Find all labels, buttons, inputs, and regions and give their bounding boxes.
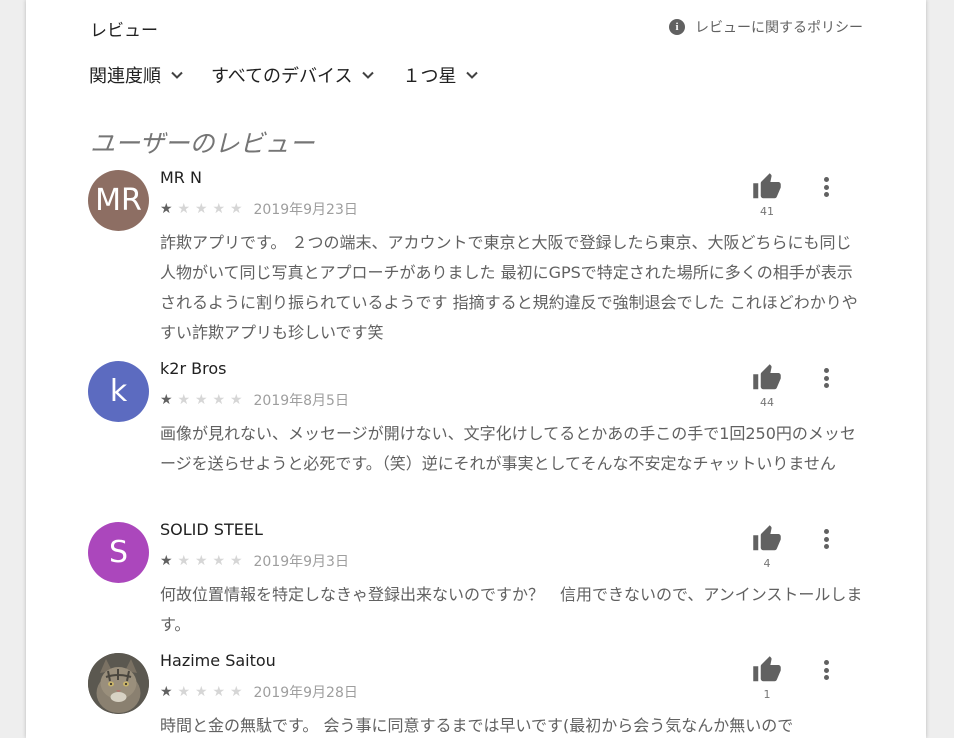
device-dropdown-label: すべてのデバイス — [211, 66, 353, 87]
star-filled-icon: ★ — [160, 392, 173, 408]
review-text: 何故位置情報を特定しなきゃ登録出来ないのですか？ 信用できないので、アンインスト… — [160, 585, 863, 634]
helpful-count: 41 — [760, 205, 774, 218]
info-icon: i — [669, 19, 685, 35]
star-empty-icon: ★ — [212, 392, 226, 408]
cat-photo-icon — [88, 653, 149, 714]
review-text: 時間と金の無駄です。 会う事に同意するまでは早いです(最初から会う気なんか無いの… — [160, 716, 794, 735]
review-date: 2019年9月23日 — [253, 202, 358, 218]
review-date: 2019年9月28日 — [253, 685, 358, 701]
reviewer-name: k2r Bros — [160, 359, 227, 378]
review-meta: ★ ★ ★ ★ ★ 2019年9月3日 — [160, 551, 349, 571]
thumbs-up-icon[interactable] — [752, 172, 782, 202]
reviewer-name: Hazime Saitou — [160, 651, 276, 670]
star-empty-icon: ★ — [195, 684, 208, 700]
star-empty-icon: ★ — [195, 392, 208, 408]
review-filters: 関連度順 すべてのデバイス １つ星 — [89, 62, 506, 88]
star-empty-icon: ★ — [212, 684, 226, 700]
review-policy-link[interactable]: i レビューに関するポリシー — [669, 17, 863, 37]
review-date: 2019年9月3日 — [253, 554, 349, 570]
avatar: k — [88, 361, 149, 422]
review-meta: ★ ★ ★ ★ ★ 2019年9月23日 — [160, 199, 358, 219]
more-options-icon[interactable] — [816, 174, 836, 200]
helpful-count: 44 — [760, 396, 774, 409]
star-filled-icon: ★ — [160, 201, 173, 217]
star-rating: ★ ★ ★ ★ ★ — [160, 202, 248, 216]
sort-dropdown-label: 関連度順 — [89, 66, 161, 87]
device-dropdown[interactable]: すべてのデバイス — [211, 62, 376, 88]
star-empty-icon: ★ — [177, 553, 191, 569]
star-empty-icon: ★ — [212, 201, 226, 217]
avatar: S — [88, 522, 149, 583]
chevron-down-icon — [362, 71, 375, 79]
star-empty-icon: ★ — [230, 201, 243, 217]
star-empty-icon: ★ — [212, 553, 226, 569]
star-empty-icon: ★ — [230, 392, 243, 408]
user-reviews-heading: ユーザーのレビュー — [90, 129, 315, 158]
reviews-panel: レビュー i レビューに関するポリシー 関連度順 すべてのデバイス １つ星 ユー… — [26, 0, 926, 738]
star-filled-icon: ★ — [160, 553, 173, 569]
chevron-down-icon — [466, 71, 479, 79]
more-options-icon[interactable] — [816, 526, 836, 552]
more-options-icon[interactable] — [816, 657, 836, 683]
star-empty-icon: ★ — [230, 553, 243, 569]
reviewer-name: MR N — [160, 168, 202, 187]
section-title: レビュー — [90, 21, 158, 41]
star-empty-icon: ★ — [177, 392, 191, 408]
star-filled-icon: ★ — [160, 684, 173, 700]
reviewer-name: SOLID STEEL — [160, 520, 263, 539]
star-rating: ★ ★ ★ ★ ★ — [160, 393, 248, 407]
review-meta: ★ ★ ★ ★ ★ 2019年9月28日 — [160, 682, 358, 702]
avatar — [88, 653, 149, 714]
star-rating: ★ ★ ★ ★ ★ — [160, 554, 248, 568]
star-empty-icon: ★ — [177, 201, 191, 217]
review-policy-label: レビューに関するポリシー — [695, 20, 863, 36]
star-empty-icon: ★ — [195, 553, 208, 569]
thumbs-up-icon[interactable] — [752, 524, 782, 554]
rating-dropdown[interactable]: １つ星 — [402, 62, 480, 88]
star-empty-icon: ★ — [195, 201, 208, 217]
more-options-icon[interactable] — [816, 365, 836, 391]
rating-dropdown-label: １つ星 — [402, 66, 457, 87]
chevron-down-icon — [171, 71, 183, 79]
review-date: 2019年8月5日 — [253, 393, 349, 409]
review-text: 画像が見れない、メッセージが開けない、文字化けしてるとかあの手この手で1回250… — [160, 424, 856, 473]
thumbs-up-icon[interactable] — [752, 655, 782, 685]
thumbs-up-icon[interactable] — [752, 363, 782, 393]
helpful-count: 1 — [763, 688, 771, 701]
sort-dropdown[interactable]: 関連度順 — [89, 62, 185, 88]
star-rating: ★ ★ ★ ★ ★ — [160, 685, 248, 699]
star-empty-icon: ★ — [230, 684, 243, 700]
review-meta: ★ ★ ★ ★ ★ 2019年8月5日 — [160, 390, 349, 410]
star-empty-icon: ★ — [177, 684, 191, 700]
avatar: MR — [88, 170, 149, 231]
review-text: 詐欺アプリです。 ２つの端末、アカウントで東京と大阪で登録したら東京、大阪どちら… — [160, 233, 858, 342]
helpful-count: 4 — [763, 557, 771, 570]
